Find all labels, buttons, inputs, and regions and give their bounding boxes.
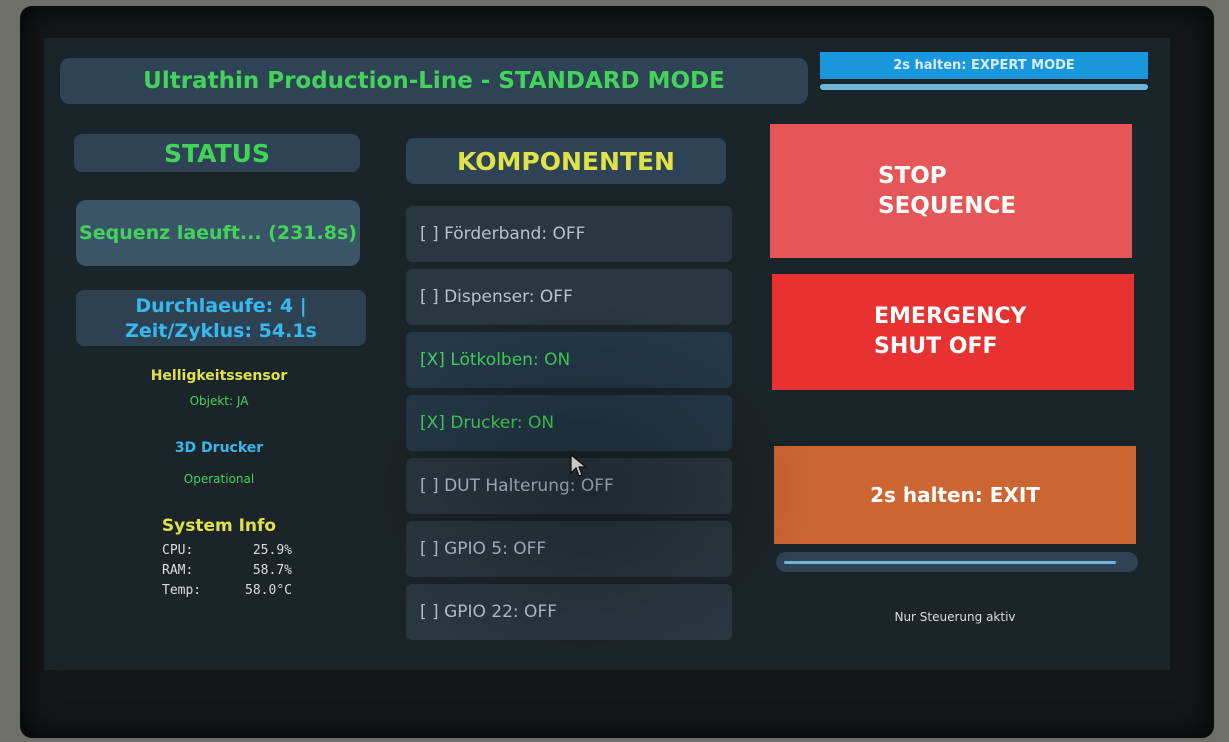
component-drucker-toggle[interactable]: [X] Drucker: ON [406, 395, 732, 451]
component-dut-halterung-toggle[interactable]: [ ] DUT Halterung: OFF [406, 458, 732, 514]
component-gpio5-toggle[interactable]: [ ] GPIO 5: OFF [406, 521, 732, 577]
components-header: KOMPONENTEN [406, 138, 726, 184]
expert-mode-button[interactable]: 2s halten: EXPERT MODE [820, 52, 1148, 79]
printer-title: 3D Drucker [174, 440, 264, 456]
expert-hold-progress [820, 84, 1148, 90]
mouse-cursor-icon [570, 454, 588, 477]
system-info-row-temp: Temp: 58.0°C [162, 581, 292, 601]
temp-value: 58.0°C [245, 583, 292, 598]
system-info-title: System Info [161, 516, 277, 536]
ram-value: 58.7% [252, 563, 292, 578]
emergency-label-line2: SHUT OFF [874, 334, 998, 359]
component-loetkolben-toggle[interactable]: [X] Lötkolben: ON [406, 332, 732, 388]
components-list: [ ] Förderband: OFF [ ] Dispenser: OFF [… [406, 206, 732, 647]
component-dispenser-toggle[interactable]: [ ] Dispenser: OFF [406, 269, 732, 325]
brightness-sensor-value: Objekt: JA [189, 394, 249, 408]
cpu-label: CPU: [162, 543, 194, 558]
stop-sequence-button[interactable]: STOP SEQUENCE [770, 124, 1132, 258]
stop-label-line2: SEQUENCE [878, 193, 1017, 219]
status-header: STATUS [74, 134, 360, 172]
component-foerderband-toggle[interactable]: [ ] Förderband: OFF [406, 206, 732, 262]
emergency-shutoff-button[interactable]: EMERGENCY SHUT OFF [772, 274, 1134, 390]
cpu-value: 25.9% [252, 543, 292, 558]
component-gpio22-toggle[interactable]: [ ] GPIO 22: OFF [406, 584, 732, 640]
system-info-list: CPU: 25.9% RAM: 58.7% Temp: 58.0°C [162, 541, 292, 601]
hmi-screen: Ultrathin Production-Line - STANDARD MOD… [44, 38, 1170, 670]
page-title: Ultrathin Production-Line - STANDARD MOD… [143, 68, 725, 94]
system-info-row-cpu: CPU: 25.9% [162, 541, 292, 561]
control-mode-note: Nur Steuerung aktiv [894, 610, 1016, 624]
brightness-sensor-title: Helligkeitssensor [150, 368, 288, 384]
exit-hold-progress [776, 552, 1138, 572]
stop-label-line1: STOP [878, 163, 947, 189]
printer-status: Operational [183, 472, 255, 486]
title-bar: Ultrathin Production-Line - STANDARD MOD… [60, 58, 808, 104]
cycle-stats: Durchlaeufe: 4 | Zeit/Zyklus: 54.1s [76, 290, 366, 346]
system-info-row-ram: RAM: 58.7% [162, 561, 292, 581]
sequence-status: Sequenz laeuft... (231.8s) [76, 200, 360, 266]
ram-label: RAM: [162, 563, 194, 578]
exit-button[interactable]: 2s halten: EXIT [774, 446, 1136, 544]
emergency-label-line1: EMERGENCY [874, 304, 1027, 329]
temp-label: Temp: [162, 583, 202, 598]
